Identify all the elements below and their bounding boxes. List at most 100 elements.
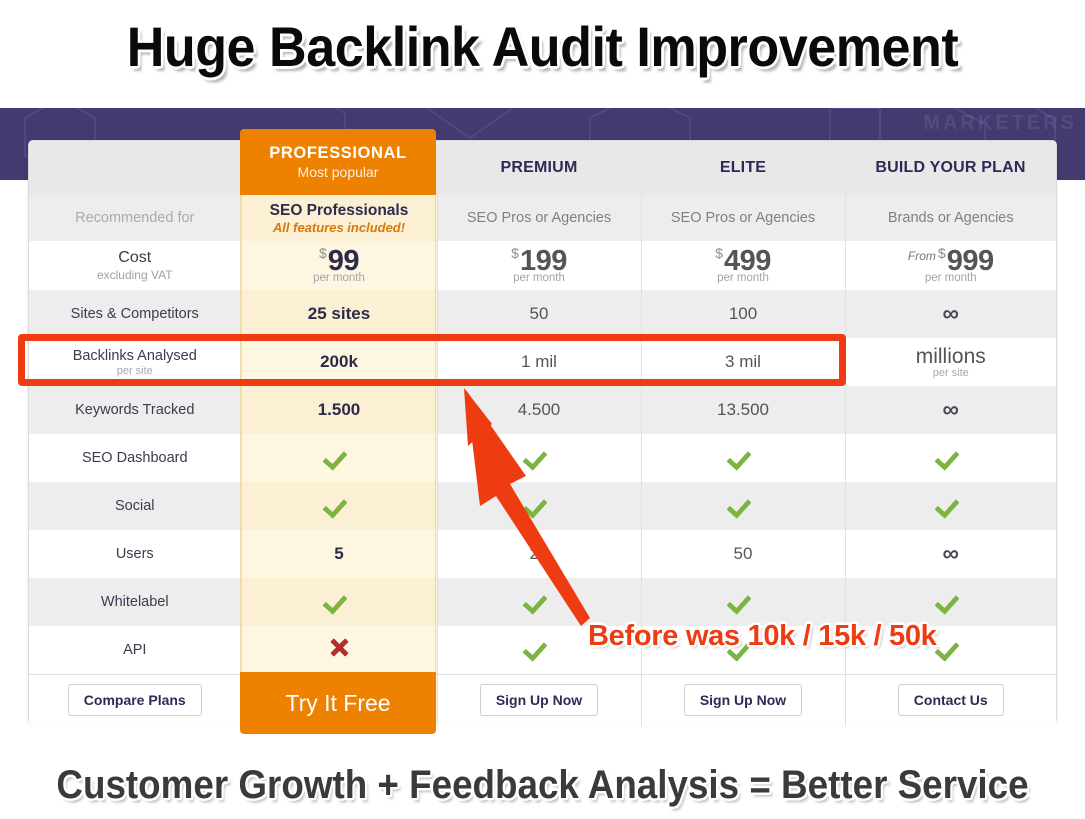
row-label: Social [29,482,242,530]
cross-icon [328,636,350,658]
cell-keywords-tracked-premium: 4.500 [437,386,642,434]
row-label: Backlinks Analysed per site [29,338,242,386]
recommended-professional-sub: All features included! [272,219,406,235]
cell-value: 1 mil [521,352,557,371]
price-elite: $499 per month [715,246,771,285]
cell-users-elite: 50 [641,530,846,578]
page-title: Huge Backlink Audit Improvement [126,15,959,78]
cell-sites-competitors-elite: 100 [641,290,846,338]
featured-column-right-edge [435,195,436,672]
cell-value: millions [915,345,986,368]
cell-seo-dashboard-elite [641,434,846,482]
row-label-text: Whitelabel [100,594,169,610]
cell-value: 200k [320,352,358,371]
header-build-your-plan: BUILD YOUR PLAN [845,141,1056,195]
table-row: SEO Dashboard [29,434,1056,482]
cell-api-professional [241,626,438,674]
recommended-professional-text: SEO Professionals [269,201,409,219]
cell-value: 1.500 [317,400,361,419]
price-build: From $999 per month [908,246,994,285]
cell-seo-dashboard-premium [437,434,642,482]
sign-up-now-button-premium[interactable]: Sign Up Now [479,684,599,717]
try-it-free-button[interactable]: Try It Free [240,672,436,734]
table-row: Users 5 25 50 ∞ [29,530,1056,578]
row-cost: Cost excluding VAT $99 per month $199 pe… [29,241,1056,290]
cell-keywords-tracked-elite: 13.500 [641,386,846,434]
cell-seo-dashboard-professional [241,434,438,482]
row-label: API [29,626,242,674]
row-recommended-for: Recommended for SEO Professionals All fe… [29,195,1056,241]
price-period: per month [313,271,365,284]
row-label-text: SEO Dashboard [81,450,188,466]
footer-caption: Customer Growth + Feedback Analysis = Be… [56,763,1029,807]
row-label: Sites & Competitors [29,290,242,338]
row-label: Whitelabel [29,578,242,626]
table-header-row: PREMIUM ELITE BUILD YOUR PLAN [29,141,1056,195]
cell-whitelabel-premium [437,578,642,626]
featured-column-header: PROFESSIONAL Most popular [240,129,436,195]
check-icon [526,494,552,514]
cell-cost-premium: $199 per month [437,241,642,290]
cost-label-sub: excluding VAT [96,268,173,282]
table-row: Sites & Competitors 25 sites 50 100 ∞ [29,290,1056,338]
row-label-text: Users [115,546,154,562]
header-elite: ELITE [641,141,845,195]
cell-backlinks-analysed-premium: 1 mil [437,338,642,386]
check-icon [938,637,964,657]
infographic-canvas: Huge Backlink Audit Improvement MARKETER… [0,0,1085,819]
cell-value: 3 mil [725,352,761,371]
check-icon [326,590,352,610]
row-label-sub: per site [116,364,153,377]
check-icon [526,590,552,610]
table-row: Social [29,482,1056,530]
row-label-text: Backlinks Analysed [72,347,197,364]
cell-social-build [845,482,1056,530]
cell-social-professional [241,482,438,530]
contact-us-button[interactable]: Contact Us [897,684,1004,717]
cell-seo-dashboard-build [845,434,1056,482]
cell-cost-elite: $499 per month [641,241,846,290]
cell-whitelabel-elite [641,578,846,626]
cell-backlinks-analysed-elite: 3 mil [641,338,846,386]
price-from-label: From [907,248,936,263]
table-row: Whitelabel [29,578,1056,626]
featured-plan-name: PROFESSIONAL [269,144,407,162]
cell-keywords-tracked-professional: 1.500 [241,386,438,434]
check-icon [326,494,352,514]
cell-users-premium: 25 [437,530,642,578]
cost-label: Cost [118,249,152,266]
price-premium: $199 per month [511,246,567,285]
cell-whitelabel-professional [241,578,438,626]
banner-watermark: MARKETERS [923,112,1077,134]
infinity-icon: ∞ [942,540,959,566]
featured-column-left-edge [240,195,241,672]
row-label-recommended-for: Recommended for [29,195,242,241]
cell-sites-competitors-build: ∞ [845,290,1056,338]
check-icon [730,494,756,514]
cell-keywords-tracked-build: ∞ [845,386,1056,434]
cell-cost-professional: $99 per month [241,241,438,290]
cell-value: 50 [529,304,549,323]
sign-up-now-button-elite[interactable]: Sign Up Now [683,684,803,717]
check-icon [938,494,964,514]
price-period: per month [717,271,769,284]
row-label-text: Keywords Tracked [75,402,195,418]
cell-recommended-premium: SEO Pros or Agencies [437,195,642,241]
cell-action-build: Contact Us [845,673,1056,726]
check-icon [326,446,352,466]
cell-cost-build: From $999 per month [845,241,1056,290]
cell-users-professional: 5 [241,530,438,578]
row-label-text: Social [115,498,155,514]
cell-sites-competitors-premium: 50 [437,290,642,338]
compare-plans-button[interactable]: Compare Plans [67,684,202,717]
currency-symbol: $ [715,244,723,261]
cell-value: 100 [728,304,758,323]
cell-value: 25 sites [307,304,371,323]
table-footer-row: Compare Plans Sign Up Now Sign Up Now Co… [29,673,1056,726]
cell-value-sub: per site [932,367,969,379]
cell-social-premium [437,482,642,530]
check-icon [938,446,964,466]
cell-users-build: ∞ [845,530,1056,578]
cell-whitelabel-build [845,578,1056,626]
currency-symbol: $ [937,244,946,261]
